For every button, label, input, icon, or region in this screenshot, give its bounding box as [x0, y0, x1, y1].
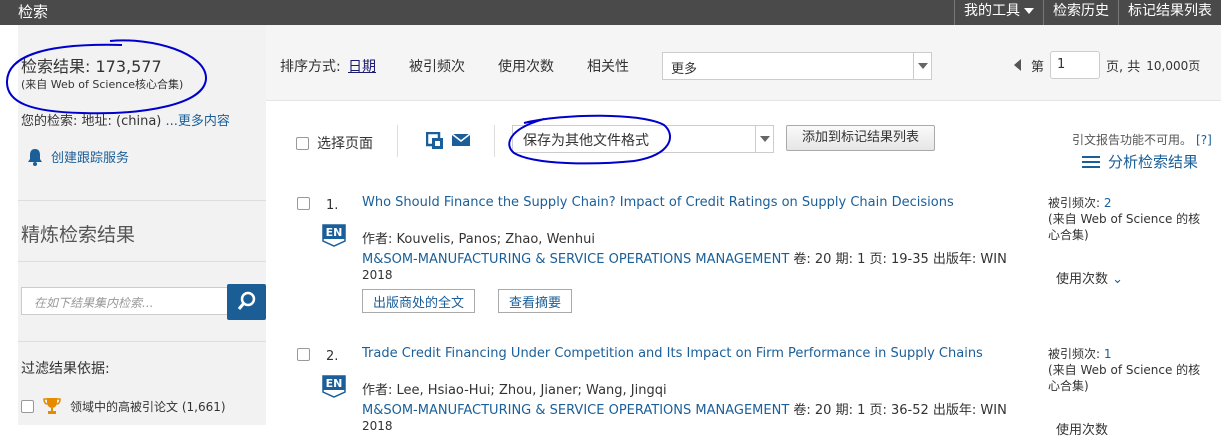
cite-count-link[interactable]: 1: [1104, 347, 1112, 361]
chevron-down-icon: ⌄: [1112, 272, 1124, 287]
citation-report-notice: 引文报告功能不可用。 [?]: [1072, 131, 1212, 148]
document-en-icon: EN: [322, 224, 346, 247]
cite-label: 被引频次:: [1048, 196, 1104, 210]
print-icon[interactable]: [426, 132, 444, 150]
page-number-input[interactable]: 1: [1050, 51, 1101, 79]
citation-info: 被引频次: 1 (来自 Web of Science 的核心合集): [1048, 346, 1208, 394]
pager-suffix: 页, 共: [1106, 59, 1141, 75]
top-bar: 检索 我的工具 检索历史 标记结果列表: [0, 0, 1221, 25]
record-source: M&SOM-MANUFACTURING & SERVICE OPERATIONS…: [362, 248, 1007, 267]
divider: [18, 200, 266, 201]
cite-count-link[interactable]: 2: [1104, 196, 1112, 210]
usage-label: 使用次数: [1056, 272, 1109, 287]
email-icon[interactable]: [452, 133, 470, 147]
divider: [18, 341, 266, 342]
en-badge-text: EN: [326, 377, 343, 390]
sort-by-relevance[interactable]: 相关性: [587, 56, 629, 76]
cite-source: (来自 Web of Science 的核心合集): [1048, 212, 1201, 242]
your-search: 您的检索: 地址: (china) ...更多内容: [21, 110, 230, 129]
full-text-button[interactable]: 出版商处的全文: [362, 289, 476, 313]
usage-count-toggle[interactable]: 使用次数: [1056, 419, 1108, 438]
chevron-down-icon: [1024, 8, 1034, 14]
main-content: 排序方式: 日期 被引频次 使用次数 相关性 更多 第 1 页, 共 10,00…: [266, 25, 1221, 438]
record-title-link[interactable]: Trade Credit Financing Under Competition…: [362, 346, 983, 361]
sort-by-citations[interactable]: 被引频次: [409, 56, 465, 76]
record-authors: 作者: Lee, Hsiao-Hui; Zhou, Jianer; Wang, …: [362, 383, 667, 398]
previous-page-icon[interactable]: [1014, 59, 1021, 71]
your-search-text: 您的检索: 地址: (china): [21, 114, 166, 129]
divider: [494, 125, 495, 157]
more-sort-select[interactable]: 更多: [662, 52, 932, 80]
record-checkbox[interactable]: [297, 197, 310, 210]
add-to-marked-button[interactable]: 添加到标记结果列表: [786, 125, 935, 151]
cite-source: (来自 Web of Science 的核心合集): [1048, 363, 1201, 393]
results-toolbar: 选择页面 保存为其他文件格式 添加到标记结果列表 引文报告功能不可用。 [?] 分…: [266, 114, 1221, 171]
select-page[interactable]: 选择页面: [296, 133, 373, 153]
divider: [18, 261, 266, 262]
marked-list-link[interactable]: 标记结果列表: [1118, 0, 1221, 25]
sort-by-usage[interactable]: 使用次数: [498, 56, 554, 76]
record-number: 2.: [326, 349, 339, 364]
refine-title: 精炼检索结果: [21, 224, 136, 246]
refine-search-button[interactable]: [227, 284, 266, 320]
journal-link[interactable]: M&SOM-MANUFACTURING & SERVICE OPERATIONS…: [362, 403, 789, 418]
record-details: 卷: 20 期: 1 页: 19-35 出版年: WIN: [789, 252, 1007, 267]
cite-label: 被引频次:: [1048, 347, 1104, 361]
filter-checkbox[interactable]: [21, 399, 34, 413]
dropdown-arrow-icon: [913, 53, 931, 79]
search-icon: [237, 291, 256, 310]
filter-title: 过滤结果依据:: [21, 361, 110, 377]
sort-label: 排序方式:: [280, 59, 341, 75]
total-pages: 10,000页: [1146, 58, 1201, 73]
sort-bar: 排序方式: 日期 被引频次 使用次数 相关性 更多 第 1 页, 共 10,00…: [266, 25, 1221, 101]
create-alert-link[interactable]: 创建跟踪服务: [27, 147, 129, 166]
help-link[interactable]: [?]: [1196, 133, 1212, 147]
dropdown-arrow-icon: [755, 126, 773, 152]
refine-search-input[interactable]: 在如下结果集内检索...: [21, 287, 228, 315]
citation-info: 被引频次: 2 (来自 Web of Science 的核心合集): [1048, 195, 1208, 243]
sort-by-date[interactable]: 日期: [348, 56, 376, 76]
journal-link[interactable]: M&SOM-MANUFACTURING & SERVICE OPERATIONS…: [362, 252, 789, 267]
sidebar: 检索结果: 173,577 (来自 Web of Science核心合集) 您的…: [0, 25, 266, 425]
pager: 第 1 页, 共 10,000页: [1014, 50, 1200, 80]
filter-highly-cited[interactable]: 领域中的高被引论文 (1,661): [21, 397, 226, 415]
record-title-link[interactable]: Who Should Finance the Supply Chain? Imp…: [362, 195, 954, 210]
document-en-icon: EN: [322, 375, 346, 398]
more-content-link[interactable]: ...更多内容: [166, 114, 230, 129]
my-tools-label: 我的工具: [964, 3, 1020, 19]
page-title: 检索: [18, 3, 49, 21]
record-checkbox[interactable]: [297, 348, 310, 361]
analyze-results-label: 分析检索结果: [1108, 153, 1199, 171]
record-number: 1.: [326, 198, 339, 213]
bell-icon: [28, 148, 42, 166]
my-tools-menu[interactable]: 我的工具: [954, 0, 1043, 25]
search-history-link[interactable]: 检索历史: [1043, 0, 1118, 25]
more-sort-value: 更多: [671, 62, 698, 77]
record-details: 卷: 20 期: 1 页: 36-52 出版年: WIN: [789, 403, 1007, 418]
list-icon: [1082, 155, 1100, 168]
select-page-checkbox[interactable]: [296, 136, 309, 150]
create-alert-label: 创建跟踪服务: [51, 151, 130, 166]
record-authors: 作者: Kouvelis, Panos; Zhao, Wenhui: [362, 232, 595, 247]
divider: [397, 125, 398, 157]
usage-count-toggle[interactable]: 使用次数 ⌄: [1056, 268, 1123, 287]
en-badge-text: EN: [326, 226, 343, 239]
citation-report-text: 引文报告功能不可用。: [1072, 133, 1193, 147]
record-year: 2018: [362, 268, 393, 282]
annotation-circle: [5, 39, 208, 115]
usage-label: 使用次数: [1056, 423, 1109, 438]
pager-prefix: 第: [1031, 59, 1045, 75]
record-year: 2018: [362, 419, 393, 433]
select-page-label: 选择页面: [317, 136, 373, 152]
trophy-icon: [43, 398, 61, 414]
record-source: M&SOM-MANUFACTURING & SERVICE OPERATIONS…: [362, 399, 1007, 418]
view-abstract-button[interactable]: 查看摘要: [498, 289, 573, 313]
analyze-results-link[interactable]: 分析检索结果: [1082, 151, 1198, 172]
filter-item-label: 领域中的高被引论文 (1,661): [70, 399, 226, 414]
annotation-circle: [508, 114, 671, 165]
top-nav: 我的工具 检索历史 标记结果列表: [954, 0, 1221, 25]
